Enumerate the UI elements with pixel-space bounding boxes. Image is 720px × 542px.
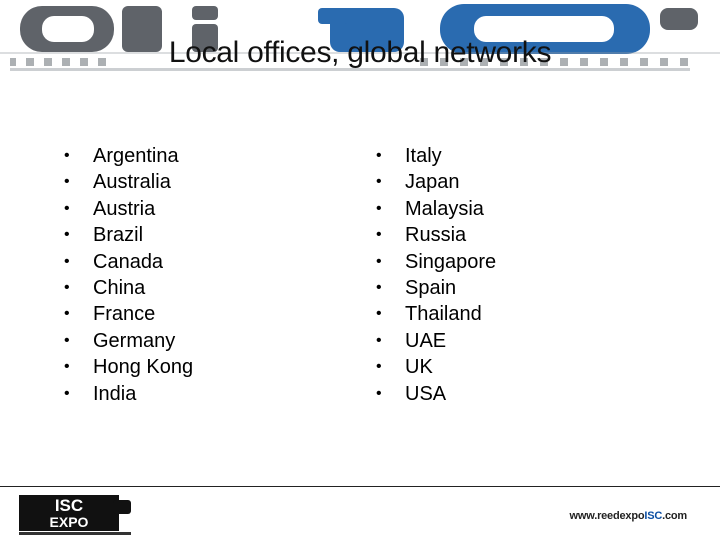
bullet-icon: • <box>376 147 382 164</box>
footer-divider <box>0 486 720 487</box>
bullet-icon: • <box>376 331 382 349</box>
list-item: • USA <box>376 381 496 407</box>
bullet-icon: • <box>64 358 70 376</box>
isc-expo-logo: ISC EXPO <box>17 494 135 537</box>
list-item: • Japan <box>376 169 496 195</box>
slide-title: Local offices, global networks <box>168 36 552 69</box>
list-item: • Malaysia <box>376 196 496 222</box>
bullet-icon: • <box>376 278 382 296</box>
isc-expo-logo-icon: ISC EXPO <box>17 494 135 537</box>
bullet-icon: • <box>376 384 382 402</box>
bullet-icon: • <box>64 226 70 244</box>
list-item: • Germany <box>64 328 193 354</box>
list-item: • Argentina <box>64 143 193 169</box>
list-item: • Russia <box>376 222 496 248</box>
svg-text:ISC: ISC <box>55 496 83 515</box>
bullet-icon: • <box>376 252 382 270</box>
bullet-icon: • <box>376 358 382 376</box>
list-item: • Thailand <box>376 301 496 327</box>
list-item: • Singapore <box>376 249 496 275</box>
list-item: • UAE <box>376 328 496 354</box>
svg-text:EXPO: EXPO <box>50 514 89 530</box>
footer-website-link[interactable]: www.reedexpoISC.com <box>570 510 688 522</box>
bullet-icon: • <box>376 305 382 323</box>
country-list-left: • Argentina • Australia • Austria • Brazil •… <box>64 143 193 407</box>
bullet-icon: • <box>376 226 382 244</box>
list-item: • Australia <box>64 169 193 195</box>
bullet-icon: • <box>64 173 70 191</box>
bullet-icon: • <box>64 199 70 217</box>
list-item: • Spain <box>376 275 496 301</box>
bullet-icon: • <box>64 252 70 270</box>
list-item: • Hong Kong <box>64 354 193 380</box>
list-item: • China <box>64 275 193 301</box>
list-item: • Brazil <box>64 222 193 248</box>
bullet-icon: • <box>64 331 70 349</box>
list-item: • India <box>64 381 193 407</box>
bullet-icon: • <box>376 173 382 191</box>
bullet-icon: • <box>376 199 382 217</box>
list-item: • Canada <box>64 249 193 275</box>
bullet-icon: • <box>64 305 70 323</box>
list-item: • UK <box>376 354 496 380</box>
list-item: • Italy <box>376 143 496 169</box>
list-item: • France <box>64 301 193 327</box>
country-list-right: • Italy • Japan • Malaysia • Russia • Singapo… <box>376 143 496 407</box>
bullet-icon: • <box>64 384 70 402</box>
bullet-icon: • <box>64 147 70 164</box>
bullet-icon: • <box>64 278 70 296</box>
list-item: • Austria <box>64 196 193 222</box>
